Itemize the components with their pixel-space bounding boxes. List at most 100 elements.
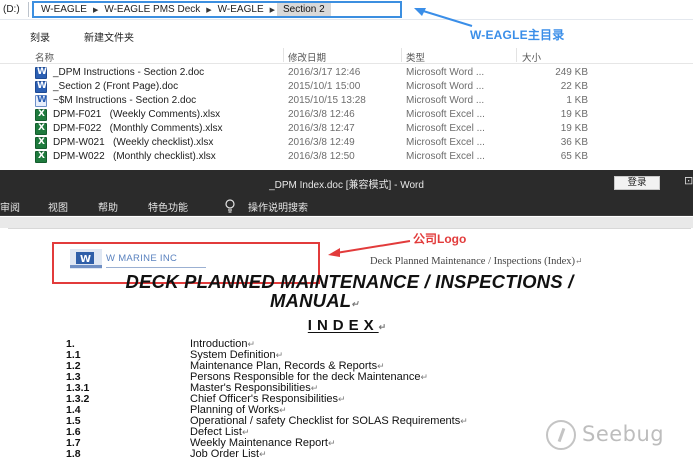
breadcrumb-current[interactable]: Section 2 [277,3,331,16]
seebug-logo-icon [546,420,576,450]
ribbon-tabs: 审阅 视图 帮助 特色功能 操作说明搜索 [0,194,693,216]
file-size: 249 KB [555,67,588,78]
file-size: 22 KB [560,81,588,92]
column-date[interactable]: 修改日期 [288,50,326,64]
file-name: _DPM Instructions - Section 2.doc [53,67,205,78]
file-type: Microsoft Word ... [406,81,485,92]
new-folder-button[interactable]: 新建文件夹 [84,29,134,44]
excel-file-icon [35,151,47,163]
file-type: Microsoft Word ... [406,67,485,78]
breadcrumb-item[interactable]: W-EAGLE [37,4,91,15]
toc-title-text: Job Order List [190,448,260,460]
file-date: 2016/3/8 12:47 [288,123,355,134]
file-row[interactable]: ~$M Instructions - Section 2.doc 2015/10… [0,94,693,108]
address-divider [28,2,29,17]
tab-help[interactable]: 帮助 [98,199,118,214]
paragraph-mark-icon: ↵ [241,427,250,437]
paragraph-mark-icon: ↵ [310,383,319,393]
file-date: 2015/10/1 15:00 [288,81,361,92]
file-date: 2016/3/8 12:49 [288,137,355,148]
document-gutter [0,217,693,228]
word-temp-icon [35,95,47,107]
file-date: 2016/3/17 12:46 [288,67,361,78]
excel-file-icon [35,123,47,135]
annotation-company-logo: 公司Logo [413,232,467,246]
column-divider[interactable] [401,48,402,62]
file-size: 65 KB [560,151,588,162]
index-heading: INDEX↵ [8,317,691,334]
tab-review[interactable]: 审阅 [0,199,20,214]
breadcrumb-item[interactable]: W-EAGLE PMS Deck [100,4,204,15]
file-size: 1 KB [566,95,588,106]
toc-title: Job Order List↵ [190,449,267,460]
seebug-watermark: Seebug [546,418,686,454]
breadcrumb-item[interactable]: W-EAGLE [214,4,268,15]
paragraph-mark-icon: ↵ [377,361,385,371]
file-row[interactable]: _DPM Instructions - Section 2.doc 2016/3… [0,66,693,80]
paragraph-mark-icon: ↵ [460,416,468,426]
word-doc-icon [35,67,47,79]
column-divider[interactable] [516,48,517,62]
file-name: DPM-F021 (Weekly Comments).xlsx [53,109,221,120]
file-size: 19 KB [560,109,588,120]
breadcrumb[interactable]: W-EAGLE ▶ W-EAGLE PMS Deck ▶ W-EAGLE ▶ S… [32,1,402,18]
file-size: 19 KB [560,123,588,134]
file-type: Microsoft Excel ... [406,137,485,148]
paragraph-mark-icon: ↵ [279,405,287,415]
toc-number: 1.8 [66,448,81,460]
index-heading-text: INDEX [307,317,379,334]
file-row[interactable]: DPM-W022 (Monthly checklist).xlsx 2016/3… [0,150,693,164]
file-explorer: (D:) W-EAGLE ▶ W-EAGLE PMS Deck ▶ W-EAGL… [0,0,693,170]
paragraph-mark-icon: ↵ [338,394,346,404]
file-date: 2015/10/15 13:28 [288,95,366,106]
file-type: Microsoft Excel ... [406,151,485,162]
toc-row[interactable]: 1.3 Persons Responsible for the deck Mai… [8,372,691,383]
address-bar[interactable]: (D:) W-EAGLE ▶ W-EAGLE PMS Deck ▶ W-EAGL… [0,0,693,20]
column-size[interactable]: 大小 [522,50,541,64]
tab-view[interactable]: 视图 [48,199,68,214]
explorer-toolbar: 刻录 新建文件夹 [0,26,693,44]
file-row[interactable]: DPM-W021 (Weekly checklist).xlsx 2016/3/… [0,136,693,150]
file-name: _Section 2 (Front Page).doc [53,81,179,92]
paragraph-mark-icon: ↵ [327,438,336,448]
word-title-bar: _DPM Index.doc [兼容模式] - Word [0,170,693,194]
burn-button[interactable]: 刻录 [30,29,50,44]
tell-me-search[interactable]: 操作说明搜索 [248,199,308,214]
column-name[interactable]: 名称 [35,50,54,64]
toc-row[interactable]: 1. Introduction↵ [8,339,691,350]
lightbulb-icon[interactable] [224,199,236,213]
title-text: MANUAL [269,290,352,311]
paragraph-mark-icon: ↵ [247,339,256,349]
chevron-right-icon[interactable]: ▶ [268,6,277,14]
chevron-right-icon[interactable]: ▶ [91,6,100,14]
login-button[interactable]: 登录 [614,176,660,190]
document-header-text: Deck Planned Maintenance / Inspections (… [370,256,583,267]
toc-row[interactable]: 1.3.1 Master's Responsibilities↵ [8,383,691,394]
file-type: Microsoft Word ... [406,95,485,106]
excel-file-icon [35,137,47,149]
file-row[interactable]: DPM-F022 (Monthly Comments).xlsx 2016/3/… [0,122,693,136]
file-date: 2016/3/8 12:50 [288,151,355,162]
header-text: Deck Planned Maintenance / Inspections (… [370,256,575,267]
file-name: DPM-F022 (Monthly Comments).xlsx [53,123,223,134]
column-header: 名称 修改日期 类型 大小 [0,46,693,64]
column-divider[interactable] [283,48,284,62]
toc-row[interactable]: 1.3.2 Chief Officer's Responsibilities↵ [8,394,691,405]
file-name: DPM-W021 (Weekly checklist).xlsx [53,137,214,148]
file-row[interactable]: _Section 2 (Front Page).doc 2015/10/1 15… [0,80,693,94]
file-type: Microsoft Excel ... [406,109,485,120]
paragraph-mark-icon: ↵ [574,256,583,266]
file-row[interactable]: DPM-F021 (Weekly Comments).xlsx 2016/3/8… [0,108,693,122]
chevron-right-icon[interactable]: ▶ [204,6,213,14]
watermark-text: Seebug [582,422,665,446]
excel-file-icon [35,109,47,121]
paragraph-mark-icon: ↵ [351,299,360,309]
paragraph-mark-icon: ↵ [259,449,267,459]
drive-label[interactable]: (D:) [3,4,20,15]
column-type[interactable]: 类型 [406,50,425,64]
annotation-arrow-icon [328,240,411,257]
paragraph-mark-icon: ↵ [420,372,429,382]
tab-features[interactable]: 特色功能 [148,199,188,214]
window-restore-icon[interactable]: ⊡ [684,174,693,187]
file-size: 36 KB [560,137,588,148]
